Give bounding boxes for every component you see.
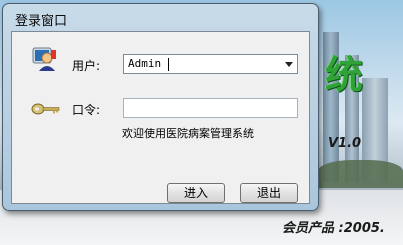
exit-button[interactable]: 退出 xyxy=(240,183,298,203)
text-caret xyxy=(168,58,169,71)
login-dialog: 登录窗口 用户: Admin 口令: 欢迎使用医院病案管理系统 进入 退出 xyxy=(2,3,319,211)
dialog-body: 用户: Admin 口令: 欢迎使用医院病案管理系统 进入 退出 xyxy=(11,31,310,204)
welcome-text: 欢迎使用医院病案管理系统 xyxy=(122,127,254,140)
user-value: Admin xyxy=(128,57,162,70)
user-label: 用户: xyxy=(72,59,101,73)
dialog-title: 登录窗口 xyxy=(15,14,68,29)
user-combobox[interactable]: Admin xyxy=(123,54,298,74)
password-label: 口令: xyxy=(72,103,101,117)
login-button[interactable]: 进入 xyxy=(167,183,225,203)
key-icon xyxy=(31,103,60,115)
background-trees xyxy=(318,160,403,188)
background-version: V1.0 xyxy=(328,136,362,151)
dialog-titlebar[interactable]: 登录窗口 xyxy=(3,4,318,30)
chevron-down-icon[interactable] xyxy=(285,62,293,67)
background-footer: 会员产品 :2005. xyxy=(282,221,385,236)
password-field[interactable] xyxy=(123,98,298,118)
user-avatar-icon xyxy=(32,47,56,71)
background-app-title: 统 xyxy=(325,52,364,97)
